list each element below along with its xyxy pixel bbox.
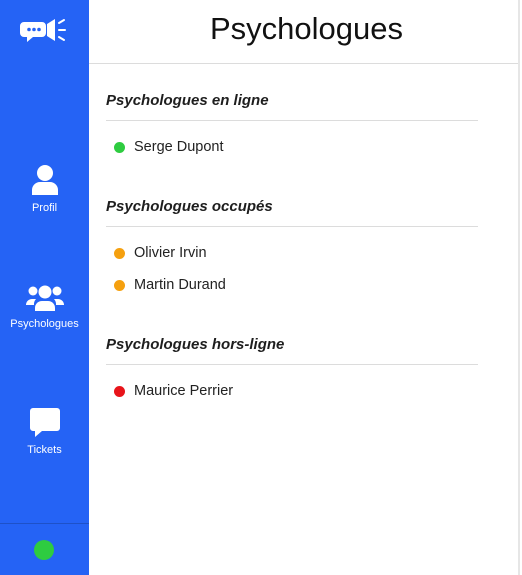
users-icon [25,285,64,311]
sidebar-item-label: Psychologues [10,318,79,330]
list-item[interactable]: Maurice Perrier [106,375,478,407]
self-status-indicator[interactable] [34,540,54,560]
sidebar-item-label: Tickets [27,444,62,456]
status-dot-busy [114,279,125,291]
sidebar-item-psychologues[interactable]: Psychologues [0,284,89,330]
user-icon [31,165,58,195]
status-dot-busy [114,247,125,259]
psychologist-list: Olivier Irvin Martin Durand [106,237,478,301]
chat-bubble-icon [29,408,60,437]
megaphone-chat-icon[interactable] [20,14,68,46]
sidebar-item-profil[interactable]: Profil [0,164,89,214]
list-item[interactable]: Martin Durand [106,269,478,301]
sidebar-item-tickets[interactable]: Tickets [0,406,89,456]
psychologist-list: Maurice Perrier [106,375,478,407]
panel-border [518,0,520,575]
page-title: Psychologues [209,11,403,46]
psychologist-name: Serge Dupont [134,139,224,155]
section-online: Psychologues en ligne Serge Dupont [106,92,478,163]
psychologist-list: Serge Dupont [106,131,478,163]
sidebar-divider [0,523,89,524]
status-dot-offline [114,385,125,397]
list-item[interactable]: Serge Dupont [106,131,478,163]
psychologist-name: Martin Durand [134,277,226,293]
section-title: Psychologues en ligne [106,92,478,121]
psychologist-name: Maurice Perrier [134,383,234,399]
section-busy: Psychologues occupés Olivier Irvin Marti… [106,198,478,301]
section-title: Psychologues hors-ligne [106,336,478,365]
status-dot-online [114,141,125,153]
main-panel: Psychologues Psychologues en ligne Serge… [89,0,520,575]
psychologist-name: Olivier Irvin [134,245,207,261]
sidebar: Profil Psychologues Tickets [0,0,89,575]
list-item[interactable]: Olivier Irvin [106,237,478,269]
page-header: Psychologues [89,0,520,64]
sidebar-item-label: Profil [31,202,58,214]
section-offline: Psychologues hors-ligne Maurice Perrier [106,336,478,407]
section-title: Psychologues occupés [106,198,478,227]
